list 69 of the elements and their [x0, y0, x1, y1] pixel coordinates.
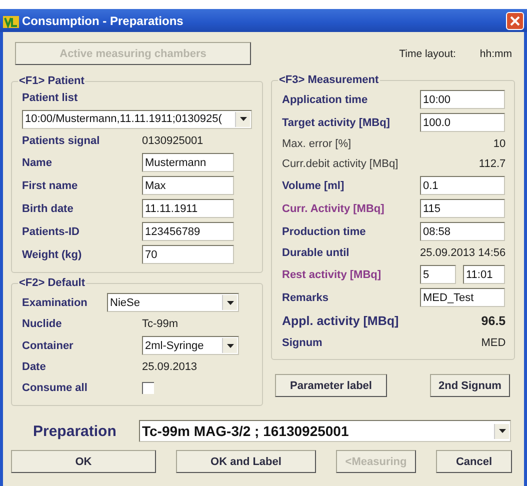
field-label: Appl. activity [MBq]	[282, 314, 400, 328]
input-field[interactable]: MED_Test	[420, 288, 505, 307]
field-value: Tc-99m	[142, 318, 178, 330]
field-label: Volume [ml]	[282, 180, 346, 192]
preparation-dropdown[interactable]: Tc-99m MAG-3/2 ; 16130925001	[139, 420, 511, 442]
field-label: Weight (kg)	[22, 248, 83, 260]
field-label: Patients-ID	[22, 226, 80, 238]
field-label: Curr.debit activity [MBq]	[282, 158, 400, 170]
input-field[interactable]: Mustermann	[142, 153, 234, 172]
field-value: 25.09.2013	[142, 361, 198, 373]
field-label: Nuclide	[22, 318, 63, 330]
field-label: Birth date	[22, 202, 74, 214]
field-label: Remarks	[282, 292, 330, 304]
patient-list-dropdown[interactable]: 10:00/Mustermann,11.11.1911;0130925(	[22, 110, 252, 128]
field-label: Signum	[282, 337, 324, 349]
field-label: Consume all	[22, 382, 88, 394]
dropdown-arrow-icon[interactable]	[226, 300, 234, 304]
field-label: Date	[22, 361, 47, 373]
app-icon	[3, 14, 19, 28]
input-field[interactable]: 70	[142, 245, 234, 264]
field-label: Patient list	[22, 92, 79, 104]
close-icon	[510, 16, 520, 26]
dropdown[interactable]: 2ml-Syringe	[142, 336, 239, 355]
group-title: <F2> Default	[18, 277, 86, 289]
field-label: Durable until	[282, 247, 350, 259]
input-field[interactable]: 5	[420, 265, 456, 284]
field-value: 112.7	[478, 158, 506, 170]
input-field[interactable]: 0.1	[420, 176, 505, 195]
dialog-button[interactable]: Cancel	[436, 450, 512, 473]
field-label: Container	[22, 340, 74, 352]
input-field[interactable]: 123456789	[142, 222, 234, 241]
dialog-button[interactable]: OK and Label	[176, 450, 316, 473]
field-value: 10	[493, 138, 506, 150]
dropdown[interactable]: NieSe	[107, 293, 239, 312]
field-value: MED	[481, 337, 506, 349]
field-label: Examination	[22, 296, 88, 308]
field-label: Production time	[282, 226, 367, 238]
input-field[interactable]: 11:01	[463, 265, 505, 284]
group-title: <F3> Measurement	[278, 74, 380, 86]
preparation-label: Preparation	[33, 422, 118, 440]
field-label: Patients signal	[22, 135, 101, 147]
action-button[interactable]: 2nd Signum	[430, 374, 510, 397]
time-layout-label: Time layout:	[399, 48, 456, 60]
field-label: Application time	[282, 94, 369, 106]
field-label: First name	[22, 180, 79, 192]
dropdown-arrow-icon[interactable]	[240, 117, 246, 121]
checkbox[interactable]	[142, 382, 154, 394]
dialog-button[interactable]: OK	[11, 450, 156, 473]
window-title: Consumption - Preparations	[22, 14, 184, 28]
field-value: 0130925001	[142, 135, 204, 147]
group-title: <F1> Patient	[18, 75, 86, 87]
input-field[interactable]: Max	[142, 176, 234, 195]
dropdown-arrow-icon[interactable]	[498, 429, 506, 433]
input-field[interactable]: 10:00	[420, 90, 505, 109]
field-label: Name	[22, 156, 53, 168]
action-button[interactable]: Parameter label	[275, 374, 387, 397]
field-value: 96.5	[481, 314, 506, 328]
close-button[interactable]	[506, 12, 524, 30]
field-label: Rest activity [MBq]	[282, 268, 382, 280]
input-field[interactable]: 11.11.1911	[142, 199, 234, 218]
field-label: Curr. Activity [MBq]	[282, 202, 386, 214]
field-label: Max. error [%]	[282, 138, 352, 150]
input-field[interactable]: 115	[420, 199, 505, 218]
input-field[interactable]: 08:58	[420, 222, 505, 241]
time-layout-value: hh:mm	[480, 48, 512, 60]
dropdown-arrow-icon[interactable]	[226, 344, 234, 348]
field-label: Target activity [MBq]	[282, 116, 391, 128]
field-value: 25.09.2013 14:56	[420, 247, 506, 259]
input-field[interactable]: 100.0	[420, 113, 505, 132]
